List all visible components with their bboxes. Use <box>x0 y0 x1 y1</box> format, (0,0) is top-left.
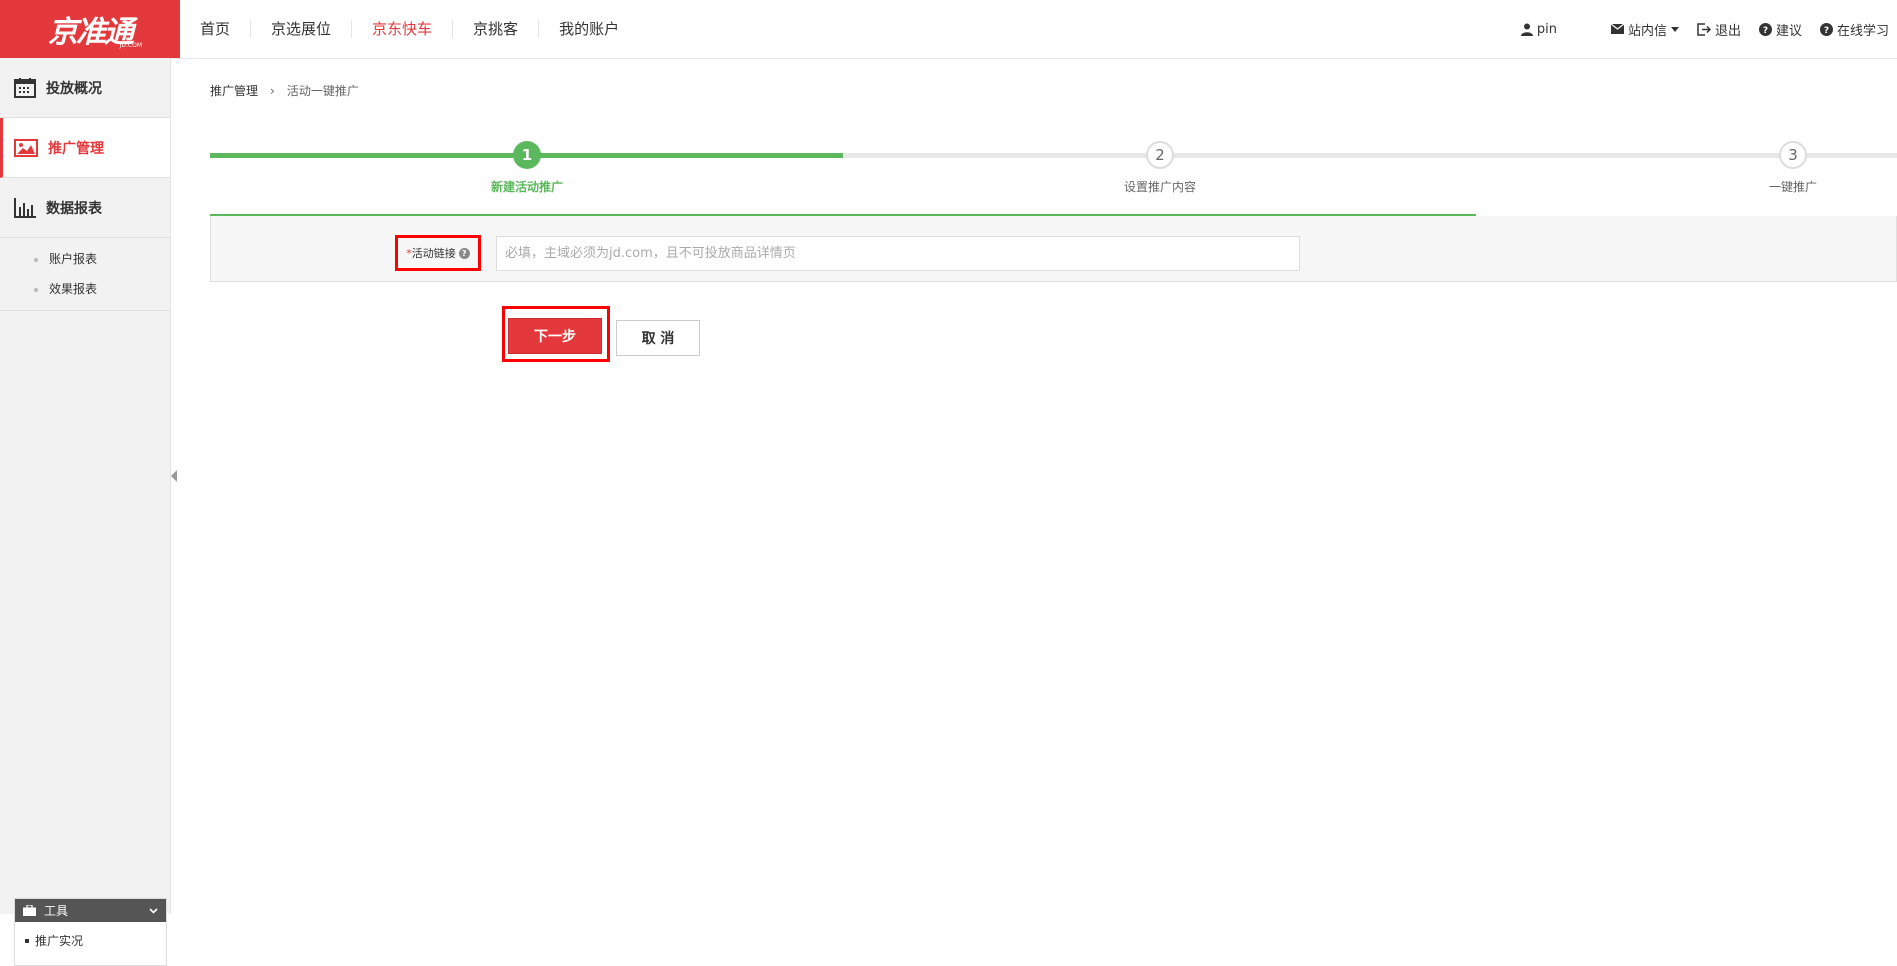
image-icon <box>14 138 38 157</box>
step-3-label: 一键推广 <box>1768 180 1818 194</box>
suggest-label: 建议 <box>1775 23 1802 39</box>
activity-link-label-text: 活动链接 <box>411 247 456 260</box>
tools-item-label: 推广实况 <box>35 934 84 948</box>
tools-header[interactable]: 工具 <box>15 899 166 922</box>
form-panel: * 活动链接 ? <box>210 216 1897 282</box>
logout-label: 退出 <box>1714 23 1741 39</box>
svg-text:?: ? <box>1763 26 1768 36</box>
step-2-circle: 2 <box>1146 141 1174 169</box>
suggest-link[interactable]: ? 建议 <box>1758 20 1802 39</box>
bullet-icon <box>25 938 29 943</box>
nav-item-jingtiaoke[interactable]: 京挑客 <box>453 20 540 38</box>
step-2-label: 设置推广内容 <box>1123 180 1197 194</box>
logo-subtext: JD.COM <box>119 42 142 49</box>
logo[interactable]: 京准通 JD.COM <box>0 0 180 58</box>
sidebar-item-label: 投放概况 <box>46 80 102 97</box>
activity-link-label: * 活动链接 ? <box>395 235 481 271</box>
sidebar-item-reports[interactable]: 数据报表 <box>0 178 170 238</box>
user-name: pin <box>1536 21 1557 37</box>
breadcrumb: 推广管理 › 活动一键推广 <box>210 82 359 99</box>
messages-dropdown[interactable]: 站内信 <box>1610 20 1679 39</box>
sidebar-item-promotion[interactable]: 推广管理 <box>0 118 170 178</box>
calendar-icon <box>14 77 36 98</box>
top-right-menu: pin 站内信 退出 ? 建议 ? 在线学习 <box>1503 0 1889 58</box>
chevron-down-icon <box>1670 26 1679 32</box>
tools-item-live[interactable]: 推广实况 <box>15 922 166 949</box>
learn-label: 在线学习 <box>1836 23 1889 39</box>
learn-link[interactable]: ? 在线学习 <box>1819 20 1889 39</box>
nav-item-kuaiche[interactable]: 京东快车 <box>352 20 454 38</box>
nav-item-home[interactable]: 首页 <box>180 20 252 38</box>
bar-chart-icon <box>14 197 36 218</box>
chevron-down-icon <box>149 907 158 914</box>
help-icon[interactable]: ? <box>458 247 470 259</box>
step-1-circle: 1 <box>513 141 541 169</box>
briefcase-icon <box>23 905 36 916</box>
step-progress-bar-remaining <box>843 153 1897 158</box>
nav-item-my-account[interactable]: 我的账户 <box>539 20 639 38</box>
question-circle-icon: ? <box>1758 22 1772 36</box>
sidebar-item-label: 推广管理 <box>48 140 104 157</box>
user-menu[interactable]: pin <box>1520 21 1557 37</box>
sidebar: 投放概况 推广管理 数据报表 账户报表 效果报表 工具 推广实况 <box>0 58 171 966</box>
sidebar-item-label: 数据报表 <box>46 200 102 217</box>
user-icon <box>1520 23 1533 36</box>
sidebar-subitem-account-report[interactable]: 账户报表 <box>34 244 170 274</box>
question-circle-icon: ? <box>1819 22 1833 36</box>
step-1-label: 新建活动推广 <box>490 180 564 194</box>
breadcrumb-parent[interactable]: 推广管理 <box>210 82 258 99</box>
messages-label: 站内信 <box>1627 23 1667 39</box>
next-button[interactable]: 下一步 <box>508 318 602 354</box>
breadcrumb-current: 活动一键推广 <box>286 84 359 98</box>
nav-item-jingxuan[interactable]: 京选展位 <box>251 20 353 38</box>
svg-text:?: ? <box>1824 26 1829 36</box>
reports-submenu: 账户报表 效果报表 <box>0 238 170 311</box>
step-3-circle: 3 <box>1779 141 1807 169</box>
activity-link-input[interactable] <box>496 236 1300 271</box>
tools-panel: 工具 推广实况 <box>14 898 167 966</box>
step-progress: 1 2 3 新建活动推广 设置推广内容 一键推广 <box>210 135 1897 216</box>
top-bar: 京准通 JD.COM 首页 京选展位 京东快车 京挑客 我的账户 pin 站内信… <box>0 0 1897 59</box>
sidebar-item-overview[interactable]: 投放概况 <box>0 58 170 118</box>
tools-title: 工具 <box>44 904 69 918</box>
logout-icon <box>1697 22 1711 36</box>
chevron-right-icon: › <box>270 83 275 98</box>
main-nav: 首页 京选展位 京东快车 京挑客 我的账户 <box>180 0 639 58</box>
sidebar-subitem-effect-report[interactable]: 效果报表 <box>34 274 170 304</box>
envelope-icon <box>1610 24 1624 34</box>
sidebar-collapse-handle[interactable] <box>171 470 177 482</box>
logout-link[interactable]: 退出 <box>1697 20 1741 39</box>
cancel-button[interactable]: 取 消 <box>616 320 700 356</box>
